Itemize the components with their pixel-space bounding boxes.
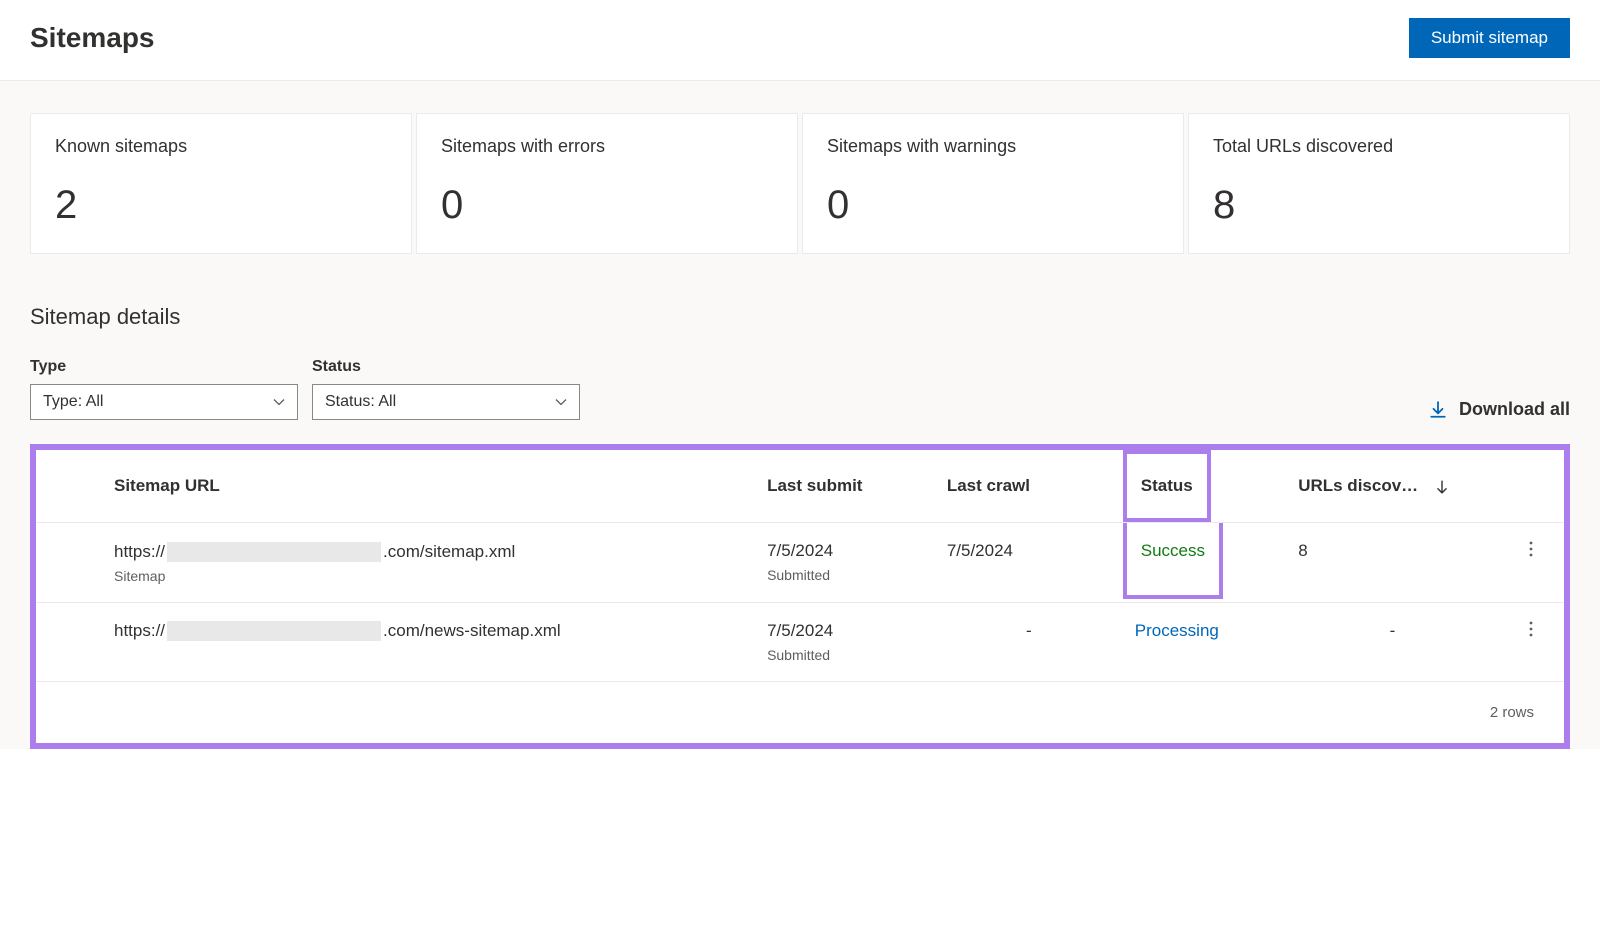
url-suffix: .com/news-sitemap.xml <box>383 621 561 641</box>
sitemap-table-container: Sitemap URL Last submit Last crawl Statu… <box>30 444 1570 749</box>
stat-label: Sitemaps with errors <box>441 136 773 157</box>
th-last-crawl[interactable]: Last crawl <box>935 450 1123 523</box>
status-header-highlight: Status <box>1123 450 1211 522</box>
status-value: Success <box>1123 523 1223 599</box>
kebab-icon <box>1529 621 1533 637</box>
last-submit-date: 7/5/2024 <box>767 541 923 561</box>
cell-url: https:// .com/sitemap.xml Sitemap <box>36 523 755 603</box>
stat-value: 8 <box>1213 185 1545 225</box>
th-last-submit[interactable]: Last submit <box>755 450 935 523</box>
cell-last-crawl: 7/5/2024 <box>935 523 1123 603</box>
cell-last-submit: 7/5/2024 Submitted <box>755 602 935 681</box>
download-icon <box>1429 401 1447 419</box>
stat-card-errors: Sitemaps with errors 0 <box>416 113 798 254</box>
stat-card-known-sitemaps: Known sitemaps 2 <box>30 113 412 254</box>
cell-urls-discovered: 8 <box>1286 523 1498 603</box>
stat-label: Known sitemaps <box>55 136 387 157</box>
cell-status: Success <box>1123 523 1286 603</box>
sort-down-icon <box>1435 480 1449 494</box>
stats-row: Known sitemaps 2 Sitemaps with errors 0 … <box>0 81 1600 254</box>
submit-sitemap-button[interactable]: Submit sitemap <box>1409 18 1570 58</box>
th-label: URLs discov… <box>1298 476 1418 495</box>
url-suffix: .com/sitemap.xml <box>383 542 515 562</box>
table-row[interactable]: https://.com/sitemap.xmlSitemap7/5/2024S… <box>36 523 1564 603</box>
cell-last-submit: 7/5/2024 Submitted <box>755 523 935 603</box>
download-all-button[interactable]: Download all <box>1429 399 1570 420</box>
url-redacted <box>167 621 381 641</box>
dropdown-value: Status: All <box>325 393 396 411</box>
last-submit-sub: Submitted <box>767 567 923 583</box>
section-title-sitemap-details: Sitemap details <box>30 304 1570 330</box>
download-all-label: Download all <box>1459 399 1570 420</box>
filter-label-status: Status <box>312 358 580 376</box>
th-sitemap-url[interactable]: Sitemap URL <box>36 450 755 523</box>
stat-card-warnings: Sitemaps with warnings 0 <box>802 113 1184 254</box>
chevron-down-icon <box>273 396 285 408</box>
cell-url: https:// .com/news-sitemap.xml <box>36 602 755 681</box>
stat-label: Total URLs discovered <box>1213 136 1545 157</box>
cell-status: Processing <box>1123 602 1286 681</box>
filter-label-type: Type <box>30 358 298 376</box>
stat-label: Sitemaps with warnings <box>827 136 1159 157</box>
stat-value: 0 <box>827 185 1159 225</box>
last-submit-date: 7/5/2024 <box>767 621 923 641</box>
stat-card-urls-discovered: Total URLs discovered 8 <box>1188 113 1570 254</box>
table-row[interactable]: https:// .com/news-sitemap.xml 7/5/2024 Sub… <box>36 602 1564 681</box>
th-urls-discovered[interactable]: URLs discov… <box>1286 450 1498 523</box>
url-prefix: https:// <box>114 621 165 641</box>
kebab-icon <box>1529 541 1533 557</box>
dropdown-value: Type: All <box>43 393 103 411</box>
stat-value: 2 <box>55 185 387 225</box>
row-actions-menu[interactable] <box>1499 523 1564 603</box>
url-prefix: https:// <box>114 542 165 562</box>
stat-value: 0 <box>441 185 773 225</box>
cell-urls-discovered: - <box>1286 602 1498 681</box>
status-dropdown[interactable]: Status: All <box>312 384 580 420</box>
type-dropdown[interactable]: Type: All <box>30 384 298 420</box>
cell-last-crawl: - <box>935 602 1123 681</box>
url-type-sub: Sitemap <box>114 568 743 584</box>
chevron-down-icon <box>555 396 567 408</box>
sitemap-table: Sitemap URL Last submit Last crawl Statu… <box>36 450 1564 743</box>
row-actions-menu[interactable] <box>1499 602 1564 681</box>
status-value: Processing <box>1135 621 1219 640</box>
last-submit-sub: Submitted <box>767 647 923 663</box>
th-status[interactable]: Status <box>1123 450 1286 523</box>
table-footer-count: 2 rows <box>36 681 1564 743</box>
page-title: Sitemaps <box>30 22 155 54</box>
url-redacted <box>167 542 381 562</box>
